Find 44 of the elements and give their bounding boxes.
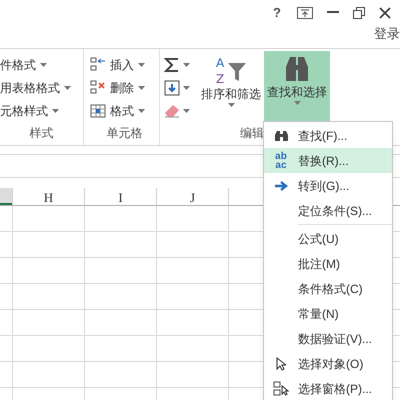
format-cells-icon (90, 103, 106, 118)
ribbon-display-icon[interactable] (297, 6, 313, 19)
group-label: 单元格 (106, 125, 142, 142)
style-dropdown[interactable]: 元格样式 (0, 99, 83, 122)
cells-menu-button[interactable]: 格式 (90, 99, 159, 122)
menu-item[interactable]: 转到(G)... (264, 173, 392, 198)
binoculars-icon (284, 55, 310, 83)
cells-menu-button[interactable]: 插入 (90, 53, 159, 76)
insert-cells-icon (90, 57, 106, 72)
selection-pane-icon (273, 381, 289, 396)
sort-filter-button[interactable]: A Z 排序和筛选 (198, 51, 264, 121)
group-label: 样式 (30, 125, 54, 142)
minimize-icon[interactable] (327, 11, 339, 14)
menu-item[interactable]: 公式(U) (264, 226, 392, 251)
sign-in-link[interactable]: 登录 (374, 24, 400, 44)
column-header[interactable]: J (156, 188, 228, 205)
menu-item[interactable]: 定位条件(S)... (264, 198, 392, 223)
menu-item[interactable]: ab ac 替换(R)... (264, 148, 392, 173)
sigma-icon (164, 56, 180, 72)
find-select-button[interactable]: 查找和选择 (264, 51, 330, 121)
column-header[interactable]: I (84, 188, 156, 205)
pointer-icon (276, 356, 286, 370)
style-dropdown[interactable]: 用表格格式 (0, 76, 83, 99)
fill-down-icon (164, 80, 180, 96)
style-dropdown[interactable]: 件格式 (0, 53, 83, 76)
menu-item[interactable]: 查找(F)... (264, 123, 392, 148)
selected-column-header[interactable] (0, 188, 12, 205)
restore-icon[interactable] (353, 6, 365, 19)
delete-cells-icon (90, 80, 106, 95)
group-label: 编辑 (240, 125, 264, 142)
menu-item[interactable]: 条件格式(C) (264, 276, 392, 301)
binoculars-icon (274, 130, 288, 142)
help-button[interactable]: ? (271, 3, 283, 22)
right-arrow-icon (274, 180, 288, 190)
cells-menu-button[interactable]: 删除 (90, 76, 159, 99)
menu-item[interactable]: 批注(M) (264, 251, 392, 276)
menu-item[interactable]: 选择对象(O) (264, 351, 392, 376)
close-icon[interactable] (379, 6, 391, 19)
column-header[interactable]: H (12, 188, 84, 205)
menu-item[interactable]: 常量(N) (264, 301, 392, 326)
eraser-icon (164, 104, 180, 118)
menu-item[interactable]: 数据验证(V)... (264, 326, 392, 351)
replace-icon: ab ac (275, 152, 287, 170)
menu-item[interactable]: 选择窗格(P)... (264, 376, 392, 400)
